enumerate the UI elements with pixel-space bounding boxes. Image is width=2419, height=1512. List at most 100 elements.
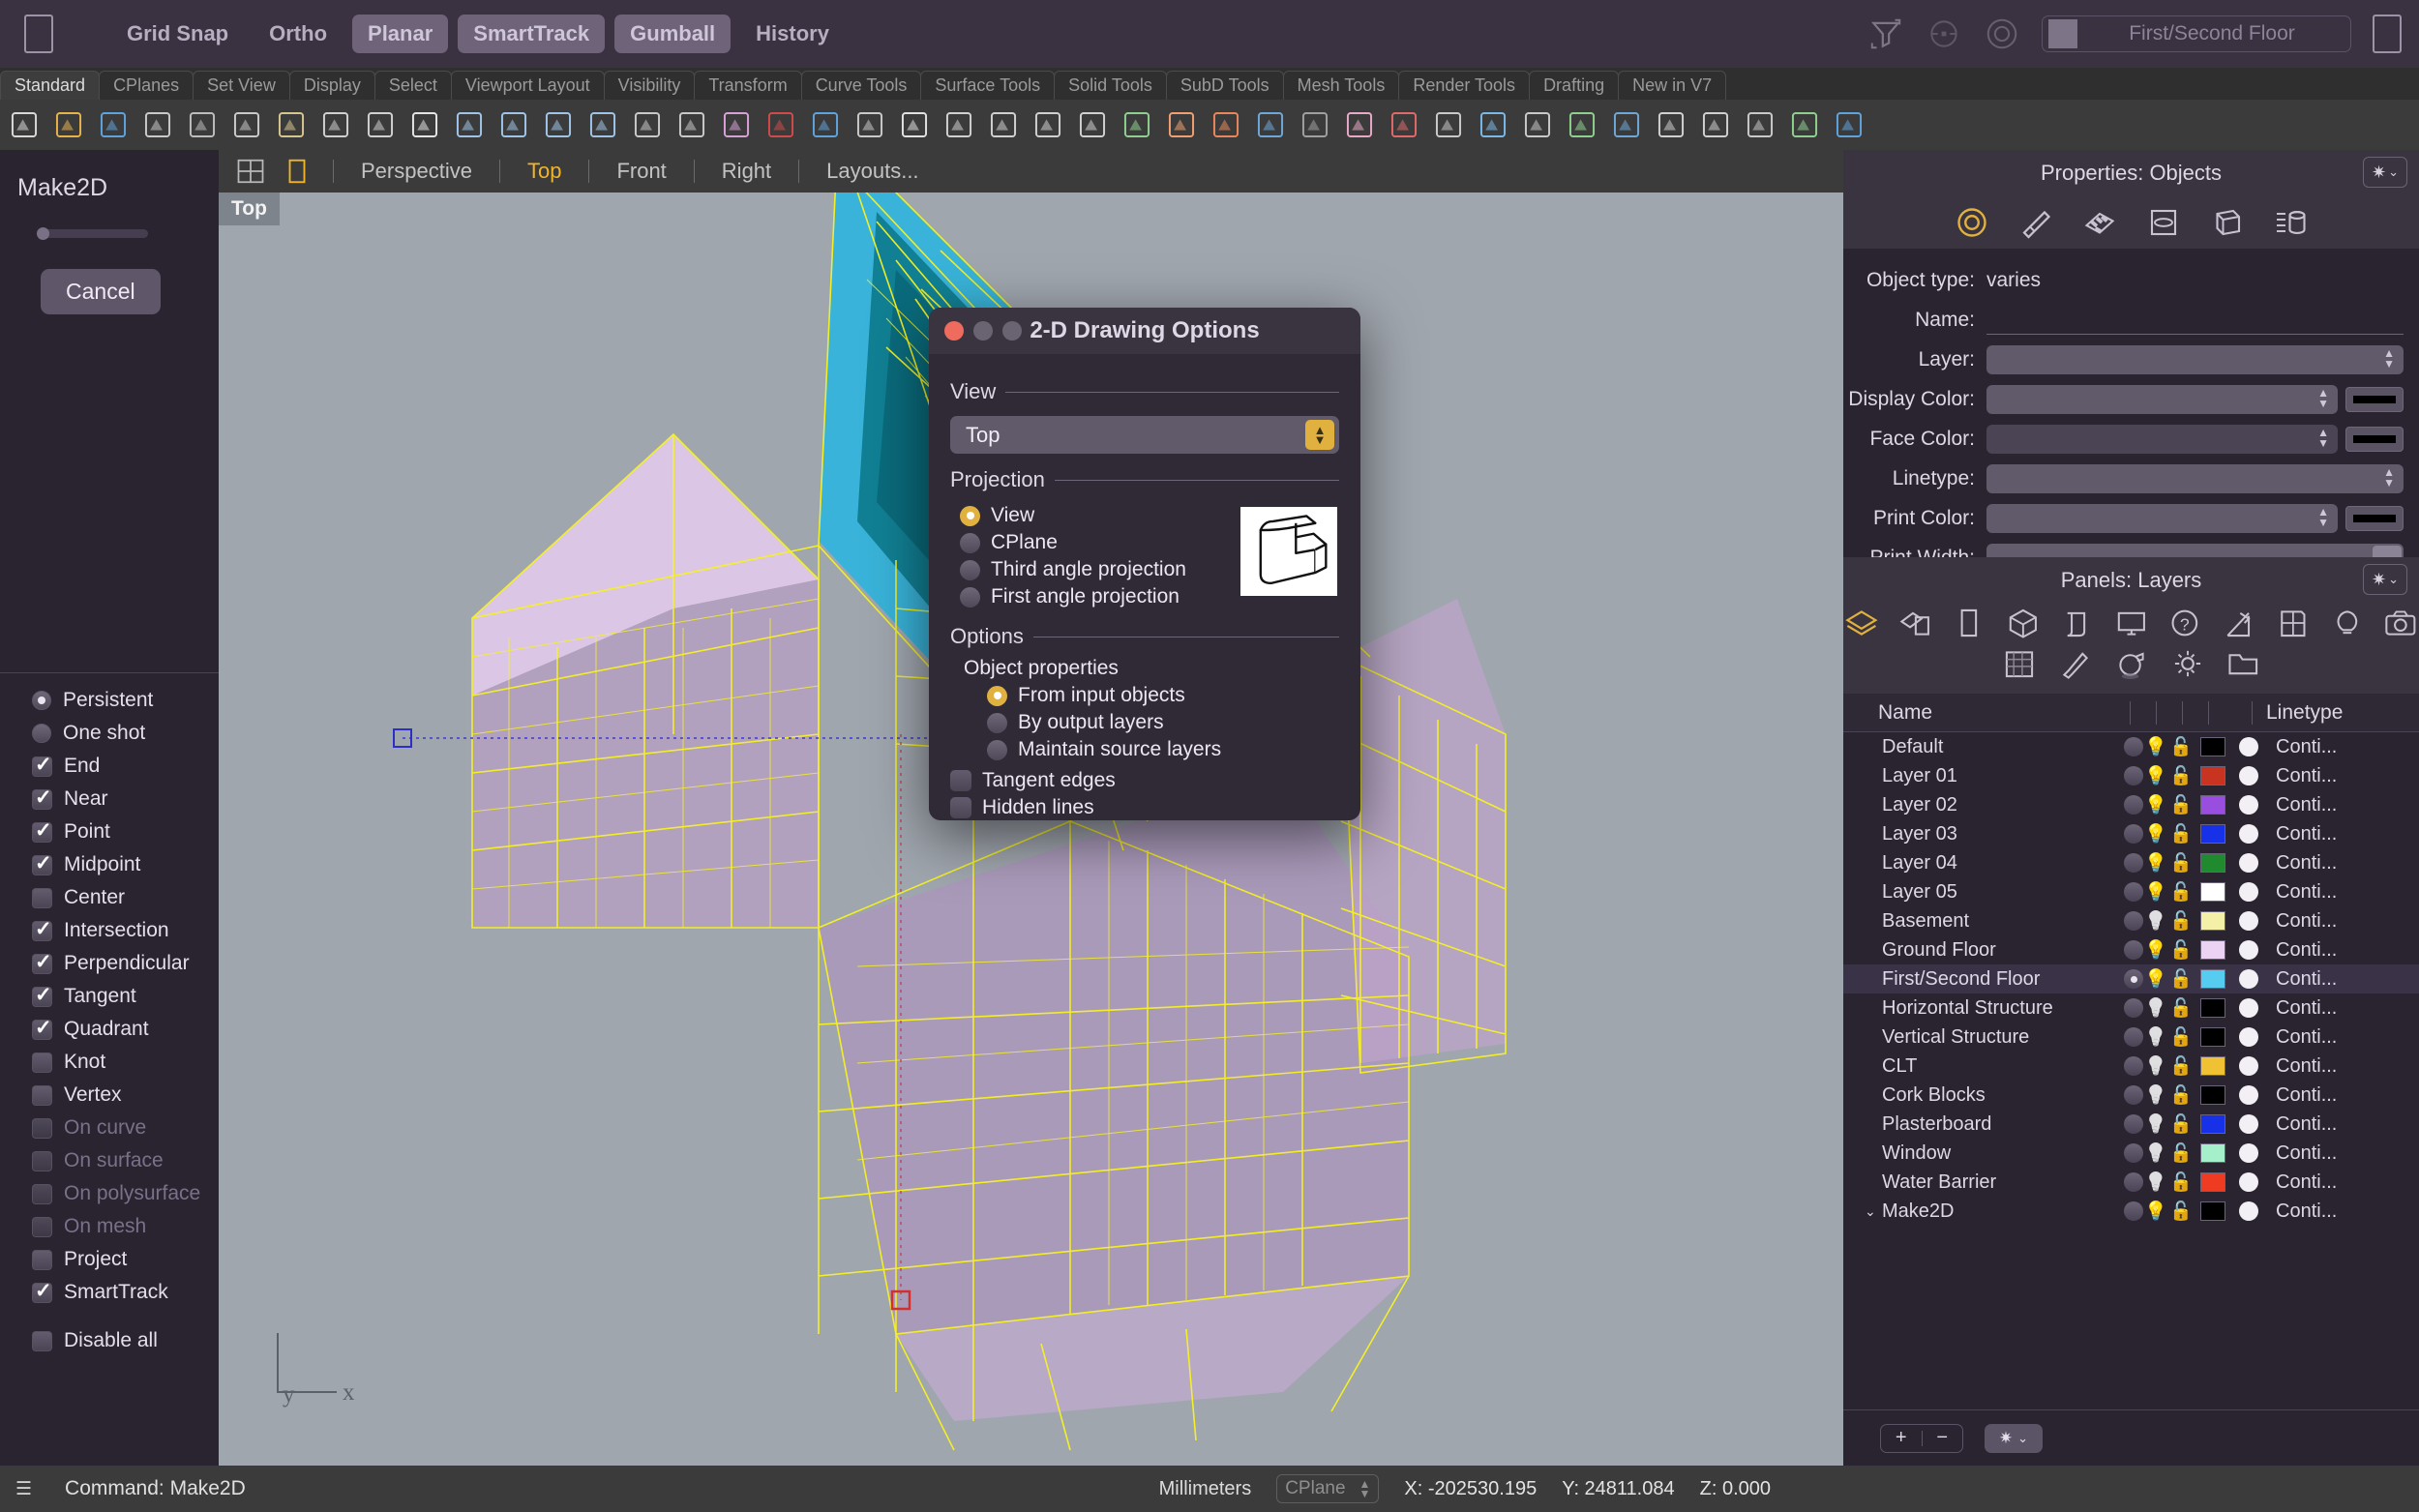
toolbar-tab-subd-tools[interactable]: SubD Tools [1165,71,1284,100]
toggle-ortho[interactable]: Ortho [254,15,343,53]
plugin-icon[interactable] [1786,106,1823,143]
set-current-layer-toggle[interactable] [2124,940,2143,960]
osnap-end[interactable]: End [0,750,219,783]
layer-linetype[interactable]: Conti... [2276,852,2337,875]
zoom-in-icon[interactable] [584,106,621,143]
layer-color-swatch[interactable] [2200,853,2225,873]
checkbox-icon[interactable] [32,1279,52,1303]
object-properties-icon[interactable] [1952,205,1992,240]
layers-gear-menu-icon[interactable]: ✷ ⌄ [2363,564,2407,595]
pan-icon[interactable] [406,106,443,143]
arc-icon[interactable] [1030,106,1066,143]
set-current-layer-toggle[interactable] [2124,824,2143,844]
layer-visibility-bulb-icon[interactable]: 💡 [2143,735,2168,758]
layer-material-icon[interactable] [2239,1056,2258,1076]
hatch-icon[interactable] [1742,106,1778,143]
layer-linetype[interactable]: Conti... [2276,794,2337,816]
layer-color-swatch[interactable] [2200,1172,2225,1192]
cylinder-icon[interactable] [1475,106,1511,143]
text-icon[interactable] [1697,106,1734,143]
materials-icon[interactable] [1897,608,1934,638]
layer-material-icon[interactable] [2239,911,2258,931]
checkbox-icon[interactable] [32,887,52,908]
redo-icon[interactable] [362,106,399,143]
layer-material-icon[interactable] [2239,1172,2258,1192]
layer-row[interactable]: Default 💡 🔓 Conti... [1843,732,2419,761]
layer-visibility-bulb-icon[interactable]: 💡 [2143,1200,2168,1223]
sun-icon[interactable] [2168,648,2207,679]
expander-icon[interactable]: ⌄ [1865,1203,1880,1220]
cube-icon[interactable] [2005,608,2042,638]
circle-icon[interactable] [1074,106,1111,143]
spray-paint-icon[interactable] [2112,648,2151,679]
toolbar-tab-cplanes[interactable]: CPlanes [99,71,194,100]
grid-icon[interactable] [2000,648,2039,679]
view-select-stepper-icon[interactable]: ▲ ▼ [1305,420,1334,450]
layer-linetype[interactable]: Conti... [2276,939,2337,962]
layer-color-swatch[interactable] [2200,940,2225,960]
layer-visibility-bulb-icon[interactable]: 💡 [2143,1025,2168,1049]
display-mode-icon[interactable] [2143,205,2184,240]
object-property-from-input-objects[interactable]: From input objects [987,682,1339,709]
add-layer-button[interactable]: + [1881,1427,1922,1449]
stepper-icon[interactable]: ▲ ▼ [2383,347,2395,370]
sweep-icon[interactable] [1208,106,1244,143]
layer-name[interactable]: Window [1882,1142,2124,1165]
toolbar-tab-visibility[interactable]: Visibility [603,71,696,100]
single-viewport-layout-icon[interactable] [283,156,312,187]
layers-icon[interactable] [718,106,755,143]
layer-material-icon[interactable] [2239,1201,2258,1221]
layer-visibility-bulb-icon[interactable]: 💡 [2143,996,2168,1020]
osnap-tangent[interactable]: Tangent [0,980,219,1013]
layer-material-icon[interactable] [2239,1143,2258,1163]
osnap-midpoint[interactable]: Midpoint [0,848,219,881]
set-current-layer-toggle[interactable] [2124,1143,2143,1163]
layer-lock-icon[interactable]: 🔓 [2168,880,2194,904]
osnap-perpendicular[interactable]: Perpendicular [0,947,219,980]
layer-name[interactable]: Layer 02 [1882,794,2124,816]
layer-visibility-bulb-icon[interactable]: 💡 [2143,1141,2168,1165]
save-icon[interactable] [95,106,132,143]
checkbox-icon[interactable] [32,1330,52,1351]
layer-lock-icon[interactable]: 🔓 [2168,967,2194,991]
toolbar-tab-display[interactable]: Display [288,71,375,100]
folder-icon[interactable] [2225,648,2263,679]
layer-name[interactable]: Layer 05 [1882,881,2124,904]
layer-linetype[interactable]: Conti... [2276,997,2337,1020]
layout-page-icon[interactable] [2275,608,2312,638]
toolbar-tab-select[interactable]: Select [373,71,452,100]
layer-row[interactable]: Layer 01 💡 🔓 Conti... [1843,761,2419,790]
layer-material-icon[interactable] [2239,882,2258,902]
checkbox-icon[interactable] [32,917,52,941]
toolbar-tab-mesh-tools[interactable]: Mesh Tools [1282,71,1400,100]
dialog-titlebar[interactable]: 2-D Drawing Options [929,308,1360,354]
tools-icon[interactable] [2221,608,2257,638]
display-monitor-icon[interactable] [2113,608,2150,638]
toolbar-tab-solid-tools[interactable]: Solid Tools [1054,71,1167,100]
set-current-layer-toggle[interactable] [2124,1056,2143,1076]
layer-material-icon[interactable] [2239,940,2258,960]
toolbar-tab-transform[interactable]: Transform [694,71,802,100]
zoom-extents-icon[interactable] [451,106,488,143]
layer-material-icon[interactable] [2239,1085,2258,1105]
surface-icon[interactable] [1119,106,1155,143]
set-current-layer-toggle[interactable] [2124,853,2143,873]
open-folder-icon[interactable] [50,106,87,143]
layer-linetype[interactable]: Conti... [2276,823,2337,845]
cut-icon[interactable] [184,106,221,143]
layer-linetype[interactable]: Conti... [2276,968,2337,991]
layer-lock-icon[interactable]: 🔓 [2168,1025,2194,1049]
point-icon[interactable] [896,106,933,143]
color-swatch-print-color[interactable] [2345,505,2404,531]
layer-linetype[interactable]: Conti... [2276,881,2337,904]
layer-row[interactable]: Plasterboard 💡 🔓 Conti... [1843,1110,2419,1139]
set-current-layer-toggle[interactable] [2124,737,2143,756]
layer-linetype[interactable]: Conti... [2276,1026,2337,1049]
layer-visibility-bulb-icon[interactable]: 💡 [2143,909,2168,933]
layer-lock-icon[interactable]: 🔓 [2168,793,2194,816]
layer-row[interactable]: Basement 💡 🔓 Conti... [1843,906,2419,935]
layer-lock-icon[interactable]: 🔓 [2168,1141,2194,1165]
layer-color-swatch[interactable] [2200,969,2225,989]
layer-row[interactable]: Layer 04 💡 🔓 Conti... [1843,848,2419,877]
layer-color-swatch[interactable] [2200,882,2225,902]
